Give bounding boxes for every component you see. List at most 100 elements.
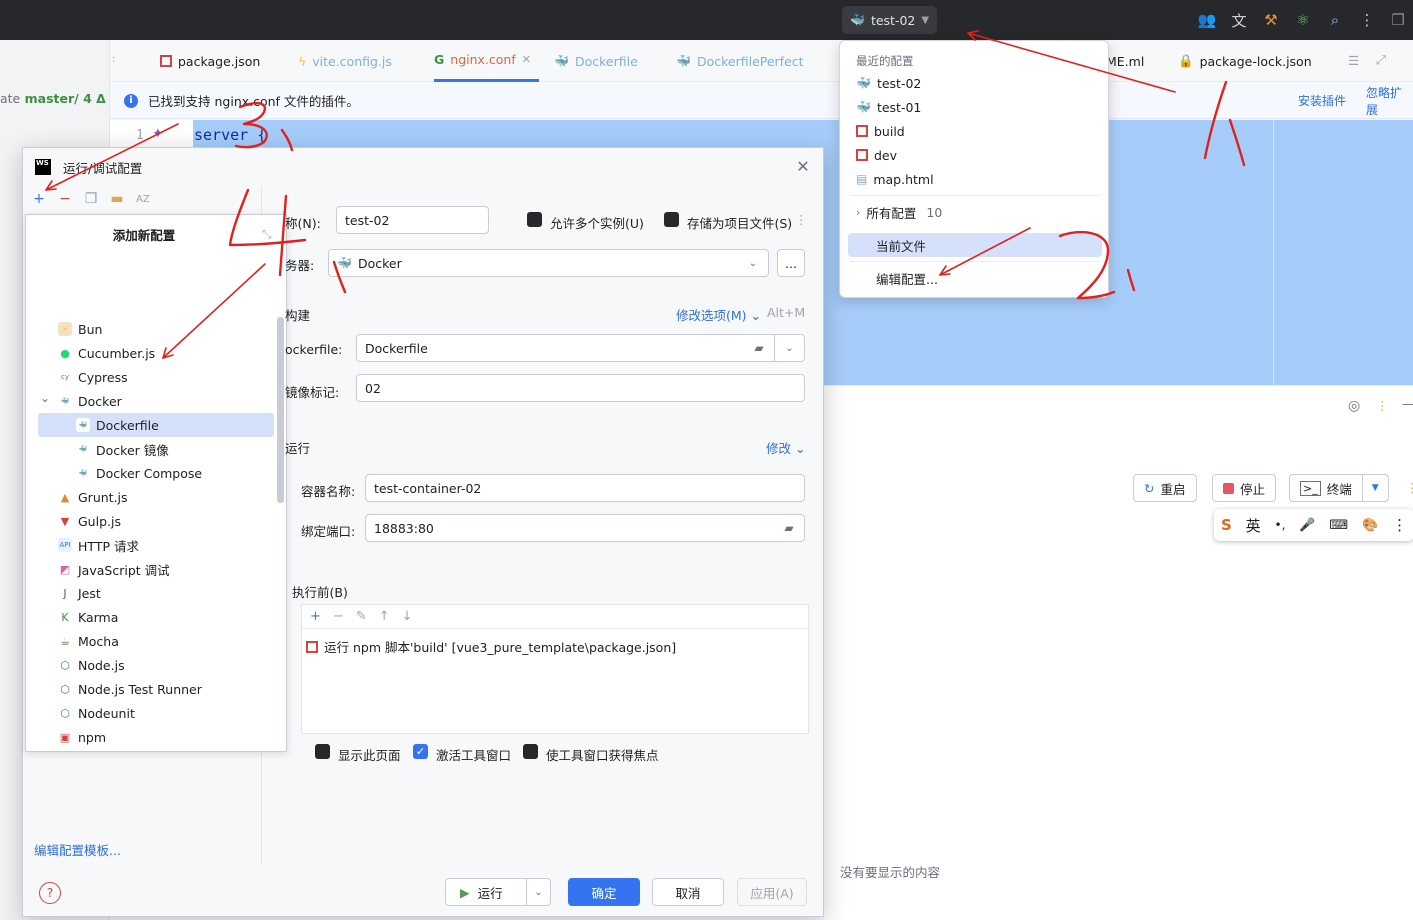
ime-more-icon[interactable]: ⋮ xyxy=(1392,516,1407,534)
translate-icon[interactable]: 文 xyxy=(1223,0,1255,40)
tree-item[interactable]: ● Cucumber.js xyxy=(38,341,155,365)
chevron-down-icon[interactable]: ⌄ xyxy=(774,335,804,361)
tree-item[interactable]: ☕ Mocha xyxy=(38,629,119,653)
folder-icon[interactable]: ▰ xyxy=(744,335,774,361)
tree-item[interactable]: 🐳 Dockerfile xyxy=(38,413,274,437)
tab-list-icon[interactable]: ☰ xyxy=(1348,53,1359,68)
restart-button[interactable]: ↻ 重启 xyxy=(1133,474,1197,502)
folder-icon[interactable]: ▬ xyxy=(107,189,127,209)
tree-item[interactable]: cy Cypress xyxy=(38,365,128,389)
arrow-up-icon[interactable]: ↑ xyxy=(379,609,390,624)
popup-item-map-html[interactable]: ▤ map.html xyxy=(856,168,934,190)
tree-item[interactable]: ▼ Gulp.js xyxy=(38,509,121,533)
skin-icon[interactable]: 🎨 xyxy=(1362,518,1378,533)
tree-item[interactable]: J Jest xyxy=(38,581,101,605)
tab-vite-config[interactable]: ϟ vite.config.js xyxy=(298,40,392,82)
popup-all-configs[interactable]: › 所有配置 10 xyxy=(856,201,942,223)
popup-item-dev[interactable]: dev xyxy=(856,144,897,166)
tree-item[interactable]: ⌄ 🐳 Docker xyxy=(38,389,122,413)
cancel-button[interactable]: 取消 xyxy=(652,878,724,906)
popup-item-test-01[interactable]: 🐳 test-01 xyxy=(856,96,921,118)
microphone-icon[interactable]: 🎤 xyxy=(1299,518,1315,533)
sort-icon[interactable]: AZ xyxy=(133,189,153,209)
add-icon[interactable]: + xyxy=(29,189,49,209)
scrollbar[interactable] xyxy=(277,317,284,503)
dockerfile-field[interactable]: Dockerfile ▰ ⌄ xyxy=(356,334,805,362)
popup-item-build[interactable]: build xyxy=(856,120,905,142)
tree-item[interactable]: 🥟 Bun xyxy=(38,317,102,341)
arrow-down-icon[interactable]: ↓ xyxy=(402,609,413,624)
atom-icon[interactable]: ⚛ xyxy=(1287,0,1319,40)
target-icon[interactable]: ◎ xyxy=(1348,398,1360,414)
tree-item[interactable]: 🐳 Docker 镜像 xyxy=(38,437,169,461)
build-icon[interactable]: ⚒ xyxy=(1255,0,1287,40)
remove-icon[interactable]: − xyxy=(55,189,75,209)
tree-item[interactable]: ▣ npm xyxy=(38,725,106,749)
keyboard-icon[interactable]: ⌨ xyxy=(1329,518,1348,533)
tree-item[interactable]: API HTTP 请求 xyxy=(38,533,139,557)
chevron-down-icon[interactable]: ⌄ xyxy=(526,879,550,905)
help-icon[interactable]: ? xyxy=(39,882,61,904)
sogou-icon[interactable]: S xyxy=(1221,516,1232,534)
more-icon[interactable]: ⋮ xyxy=(1351,0,1383,40)
more-icon[interactable]: ⋮ xyxy=(1406,480,1413,495)
tree-item[interactable]: ▲ Grunt.js xyxy=(38,485,128,509)
popup-item-test-02[interactable]: 🐳 test-02 xyxy=(856,72,921,94)
run-button[interactable]: ▶ 运行 ⌄ xyxy=(445,878,551,906)
install-plugins-link[interactable]: 安装插件 xyxy=(1298,92,1346,109)
add-icon[interactable]: + xyxy=(310,609,321,624)
modify-options-link[interactable]: 修改选项(M) ⌄ xyxy=(676,305,761,324)
ime-mode[interactable]: 英 xyxy=(1246,515,1261,536)
tree-item[interactable]: ◩ JavaScript 调试 xyxy=(38,557,170,581)
tree-item[interactable]: K Karma xyxy=(38,605,118,629)
people-icon[interactable]: 👥 xyxy=(1191,0,1223,40)
tree-item[interactable]: ⬡ Node.js xyxy=(38,653,125,677)
copy-icon[interactable]: ❐ xyxy=(81,189,101,209)
tab-nginx-conf[interactable]: G nginx.conf ✕ xyxy=(434,40,539,82)
tab-package-json[interactable]: package.json xyxy=(160,40,260,82)
minimize-icon[interactable]: — xyxy=(1402,396,1413,411)
remove-icon[interactable]: − xyxy=(333,609,344,624)
edit-icon[interactable]: ✎ xyxy=(356,609,367,624)
bind-ports-field[interactable]: 18883:80 ▰ xyxy=(365,514,805,542)
before-launch-task[interactable]: 运行 npm 脚本'build' [vue3_pure_template\pac… xyxy=(306,637,676,656)
tree-item[interactable]: ⬡ Node.js Test Runner xyxy=(38,677,202,701)
git-branch[interactable]: ate master/ 4 Δ xyxy=(0,91,106,106)
search-icon[interactable]: ⌕ xyxy=(1319,0,1351,40)
popup-edit-configurations[interactable]: 编辑配置... xyxy=(876,267,938,289)
chevron-down-icon[interactable]: ⌄ xyxy=(40,391,50,405)
ignore-extension-link[interactable]: 忽略扩展 xyxy=(1366,84,1413,118)
punctuation-icon[interactable]: •, xyxy=(1275,518,1286,532)
folder-icon[interactable]: ▰ xyxy=(774,515,804,541)
edit-templates-link[interactable]: 编辑配置模板... xyxy=(34,840,121,859)
collapse-icon[interactable]: ⤡ xyxy=(262,227,272,242)
tab-dockerfile-perfect[interactable]: 🐳 DockerfilePerfect xyxy=(676,40,804,82)
tab-scroll-left[interactable]: : xyxy=(112,54,115,65)
popup-current-file[interactable]: 当前文件 xyxy=(876,234,926,256)
expand-icon[interactable]: ⤢ xyxy=(1376,52,1386,68)
terminal-button[interactable]: >_ 终端 ▼ xyxy=(1289,474,1389,502)
close-icon[interactable]: ✕ xyxy=(793,157,813,177)
ok-button[interactable]: 确定 xyxy=(568,878,640,906)
restore-icon[interactable]: ❐ xyxy=(1383,0,1413,40)
run-config-selector[interactable]: 🐳 test-02 ▼ xyxy=(842,6,938,34)
tree-item[interactable]: ⬡ Nodeunit xyxy=(38,701,135,725)
modify-run-link[interactable]: 修改 ⌄ xyxy=(766,438,805,457)
apply-button[interactable]: 应用(A) xyxy=(737,878,807,906)
tree-item[interactable]: 🐳 Docker Compose xyxy=(38,461,202,485)
stop-button[interactable]: 停止 xyxy=(1212,474,1277,502)
tree-item[interactable]: ⬢NW.js xyxy=(38,749,112,751)
name-field[interactable]: test-02 xyxy=(336,206,489,234)
server-select[interactable]: 🐳 Docker ⌄ xyxy=(328,249,769,277)
activate-tool-window-checkbox[interactable]: ✓ xyxy=(413,744,428,759)
show-page-checkbox[interactable] xyxy=(315,744,330,759)
more-icon[interactable]: ⋮ xyxy=(1376,398,1389,413)
image-tag-field[interactable]: 02 xyxy=(356,374,805,402)
container-name-field[interactable]: test-container-02 xyxy=(365,474,805,502)
chevron-down-icon[interactable]: ▼ xyxy=(1361,475,1388,501)
tab-package-lock[interactable]: 🔒 package-lock.json xyxy=(1178,40,1312,82)
allow-multiple-checkbox[interactable] xyxy=(527,212,542,227)
close-icon[interactable]: ✕ xyxy=(522,53,531,66)
tab-dockerfile[interactable]: 🐳 Dockerfile xyxy=(554,40,638,82)
store-as-project-checkbox[interactable] xyxy=(664,212,679,227)
